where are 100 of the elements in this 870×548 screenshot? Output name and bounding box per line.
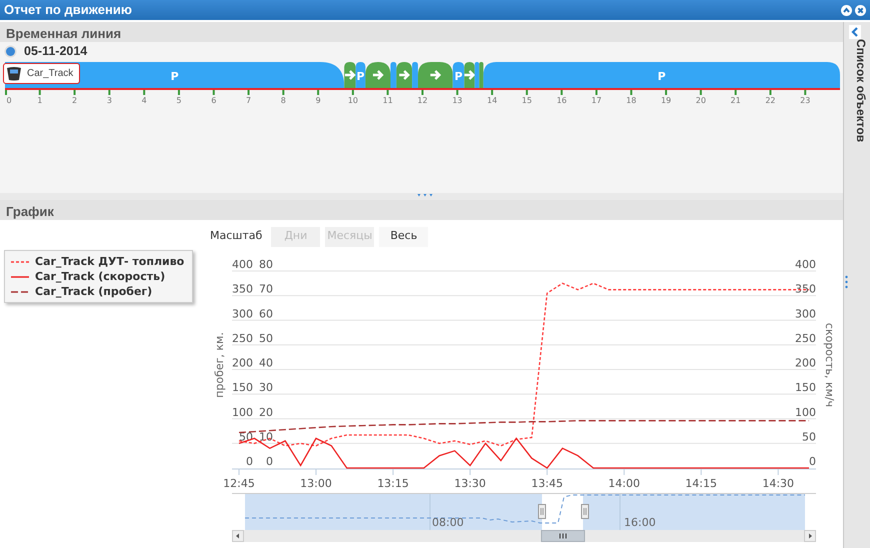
range-label: Масштаб	[210, 228, 262, 244]
scroll-right-button[interactable]	[804, 530, 816, 542]
axis-label: 50	[802, 430, 816, 444]
axis-label: 20	[696, 96, 706, 105]
axis-label: 350	[232, 282, 253, 296]
segment-label: P	[356, 70, 365, 83]
axis-title: скорость, км/ч	[823, 322, 836, 408]
radio-icon[interactable]	[4, 45, 17, 58]
axis-label: 14:15	[685, 477, 718, 490]
axis-label: 17	[591, 96, 602, 105]
axis-label: 150	[232, 381, 253, 394]
object-name: Car_Track	[27, 67, 74, 81]
axis-label: 12	[417, 96, 428, 105]
legend-line-icon	[11, 274, 29, 280]
axis-label: 200	[795, 356, 816, 370]
arrow-icon	[429, 70, 442, 80]
axis-label: 1	[37, 96, 42, 105]
axis-label: 0	[6, 96, 12, 105]
arrow-icon	[372, 70, 384, 80]
axis-label: 200	[232, 356, 253, 370]
arrow-icon	[344, 70, 356, 80]
axis-label: 40	[259, 356, 273, 370]
axis-label: 13:45	[531, 477, 563, 490]
axis-label: 80	[259, 258, 273, 271]
timeline-segment[interactable]	[418, 62, 453, 88]
timeline-segment[interactable]	[452, 62, 464, 88]
axis-label: 60	[259, 307, 273, 320]
axis-label: 14:30	[762, 477, 794, 490]
axis-label: 11	[382, 96, 393, 105]
window-title: Отчет по движению	[4, 1, 132, 20]
timeline-segment[interactable]	[356, 62, 366, 88]
axis-label: 250	[795, 332, 816, 345]
axis-label: 20	[259, 406, 273, 419]
axis-label: 23	[800, 96, 810, 105]
scroll-left-button[interactable]	[232, 530, 244, 542]
axis-label: 0	[266, 455, 273, 468]
axis-label: 22	[765, 96, 776, 105]
legend-item[interactable]: Car_Track (пробег)	[35, 284, 152, 299]
axis-label: 7	[246, 96, 252, 105]
grip-icon[interactable]	[845, 275, 848, 290]
axis-label: 300	[795, 307, 816, 320]
expand-icon[interactable]	[849, 25, 861, 39]
arrow-icon	[398, 70, 410, 80]
axis-label: 150	[795, 381, 816, 394]
axis-label: 16	[556, 96, 567, 105]
axis-label: 14:00	[608, 477, 640, 490]
range-button[interactable]: Весь	[379, 226, 428, 246]
axis-label: 0	[809, 455, 816, 468]
arrow-icon	[463, 70, 476, 80]
handle-icon[interactable]	[581, 504, 589, 519]
segment-label: P	[454, 70, 463, 83]
handle-icon[interactable]	[538, 504, 546, 519]
axis-label: 13:15	[377, 477, 409, 490]
legend-item[interactable]: Car_Track (скорость)	[35, 269, 166, 284]
axis-label: 400	[232, 258, 253, 271]
segment-label: P	[170, 70, 179, 83]
axis-label: 13:30	[454, 477, 486, 490]
axis-label: 10	[348, 96, 358, 105]
car-icon	[6, 66, 22, 81]
section-title: Временная линия	[0, 22, 843, 42]
axis-label: 5	[176, 96, 182, 105]
axis-label: 14	[487, 96, 498, 105]
axis-label: 400	[795, 258, 816, 271]
grip-icon[interactable]	[416, 193, 432, 197]
axis-label: 30	[259, 381, 273, 394]
axis-label: 08:00	[432, 516, 464, 529]
legend-line-icon	[11, 288, 29, 294]
scrollbar-thumb[interactable]	[541, 530, 585, 542]
axis-label: 350	[795, 282, 816, 296]
date-label: 05-11-2014	[24, 43, 88, 60]
legend-item[interactable]: Car_Track ДУТ- топливо	[35, 254, 184, 269]
axis-label: 21	[730, 96, 741, 105]
axis-label: 19	[660, 96, 672, 105]
scrollbar[interactable]	[232, 530, 816, 542]
axis-label: 18	[626, 96, 636, 105]
legend-line-icon	[11, 258, 29, 264]
axis-label: 15	[522, 96, 532, 105]
axis-label: 250	[232, 332, 253, 345]
axis-label: 13:00	[300, 477, 332, 490]
axis-label: 9	[316, 96, 321, 105]
segment-label: P	[658, 70, 666, 83]
close-icon[interactable]	[855, 4, 866, 16]
axis-label: 8	[280, 96, 286, 105]
axis-title: пробег, км.	[213, 332, 226, 398]
axis-label: 0	[246, 455, 253, 468]
sidebar-title[interactable]: Список объектов	[849, 39, 870, 142]
axis-label: 16:00	[624, 516, 656, 529]
axis-label: 50	[259, 332, 273, 345]
axis-label: 300	[232, 307, 253, 320]
axis-label: 12:45	[223, 477, 255, 490]
axis-label: 4	[142, 96, 147, 105]
axis-label: 100	[232, 406, 253, 419]
axis-label: 70	[259, 282, 273, 296]
object-tooltip[interactable]: Car_Track	[3, 63, 80, 84]
axis-label: 2	[72, 96, 78, 105]
axis-label: 10	[259, 430, 273, 444]
axis-label: 13	[452, 96, 462, 105]
axis-label: 100	[795, 406, 816, 419]
collapse-icon[interactable]	[841, 4, 852, 16]
axis-label: 6	[211, 96, 216, 105]
